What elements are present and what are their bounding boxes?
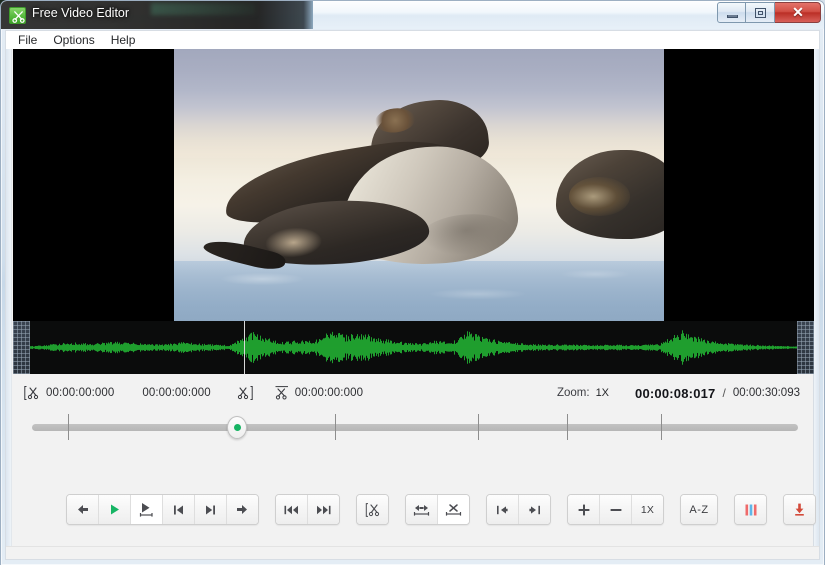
step-back-button[interactable] (67, 495, 99, 524)
zoom-out-button[interactable] (600, 495, 632, 524)
rewind-icon (284, 505, 298, 514)
selection-group (405, 494, 470, 525)
bottom-bar (6, 546, 819, 559)
delete-selection-button[interactable] (438, 495, 469, 524)
scrub-tick (478, 414, 479, 440)
title-bar[interactable]: Free Video Editor ✕ (1, 1, 824, 29)
minus-icon (610, 508, 621, 511)
menu-item-file[interactable]: File (14, 32, 45, 49)
menu-bar: File Options Help (5, 30, 820, 49)
zoom-reset-button[interactable]: 1X (632, 495, 663, 524)
zoom-in-button[interactable] (568, 495, 600, 524)
scissors-icon (9, 7, 26, 24)
scissors-bracket-icon (365, 502, 379, 517)
transport-toolbar: 1X A-Z (66, 494, 819, 525)
marker-time[interactable]: 00:00:00:000 (295, 387, 363, 399)
waveform-graphic (30, 330, 797, 365)
window-title: Free Video Editor (32, 6, 130, 20)
cut-group (356, 494, 389, 525)
sort-az-label: A-Z (689, 503, 709, 516)
save-group (783, 494, 816, 525)
zoom-reset-label: 1X (640, 503, 655, 516)
menu-item-help[interactable]: Help (107, 32, 144, 49)
video-snow-layer (174, 261, 664, 321)
sort-group: A-Z (680, 494, 718, 525)
waveform-playhead[interactable] (244, 321, 245, 374)
prev-frame-button[interactable] (163, 495, 195, 524)
selection-start-time[interactable]: 00:00:00:000 (46, 387, 114, 399)
fast-forward-button[interactable] (308, 495, 339, 524)
minimize-button[interactable] (717, 2, 746, 23)
marker-end-button[interactable] (519, 495, 550, 524)
zoom-label: Zoom: (556, 387, 590, 399)
tags-group (734, 494, 767, 525)
save-button[interactable] (784, 495, 815, 524)
menu-item-options[interactable]: Options (49, 32, 102, 49)
time-separator: / (722, 386, 726, 400)
scissors-underline-icon (273, 384, 291, 402)
cut-button[interactable] (357, 495, 388, 524)
scissors-bracket-in-icon (24, 384, 42, 402)
marker-start-button[interactable] (487, 495, 519, 524)
sort-az-button[interactable]: A-Z (681, 495, 717, 524)
marker-group (486, 494, 551, 525)
scrub-slider[interactable] (24, 411, 806, 443)
zoom-group: 1X (567, 494, 664, 525)
rewind-button[interactable] (276, 495, 308, 524)
waveform-right-handle[interactable] (797, 321, 814, 374)
minimize-icon (727, 15, 738, 18)
play-selection-button[interactable] (131, 495, 163, 524)
range-arrows-icon (413, 505, 430, 516)
scrub-tick (68, 414, 69, 440)
marker-left-icon (497, 505, 508, 514)
scrub-tick (661, 414, 662, 440)
window-controls: ✕ (717, 2, 821, 23)
step-forward-button[interactable] (227, 495, 258, 524)
arrow-left-icon (78, 505, 88, 514)
next-frame-button[interactable] (195, 495, 227, 524)
play-icon (111, 504, 119, 515)
color-bars-icon (745, 504, 756, 515)
maximize-icon (755, 8, 766, 18)
application-window: Free Video Editor ✕ File Options Help 00… (0, 0, 825, 565)
total-time: 00:00:30:093 (732, 387, 800, 399)
close-button[interactable]: ✕ (775, 2, 821, 23)
scrub-tick (567, 414, 568, 440)
skip-to-end-icon (206, 505, 215, 514)
scrub-thumb[interactable] (227, 416, 247, 439)
play-button[interactable] (99, 495, 131, 524)
color-bars-button[interactable] (735, 495, 766, 524)
scrub-track[interactable] (32, 424, 798, 431)
plus-icon (578, 504, 589, 515)
maximize-button[interactable] (746, 2, 775, 23)
video-frame (174, 49, 664, 321)
zoom-value: 1X (595, 387, 610, 399)
timecode-row: 00:00:00:000 00:00:00:000 00:00:00:000 Z… (13, 381, 814, 405)
scissors-bracket-out-icon (237, 384, 255, 402)
skip-to-start-icon (174, 505, 183, 514)
seek-group (275, 494, 340, 525)
download-arrow-icon (795, 503, 804, 516)
range-delete-icon (445, 504, 462, 516)
set-selection-button[interactable] (406, 495, 438, 524)
selection-length-time[interactable]: 00:00:00:000 (142, 387, 210, 399)
playback-group (66, 494, 259, 525)
current-time: 00:00:08:017 (635, 385, 716, 401)
left-rail (6, 49, 12, 559)
play-range-icon (139, 502, 153, 517)
waveform-left-handle[interactable] (13, 321, 30, 374)
video-preview-stage[interactable] (13, 49, 814, 321)
main-content: 00:00:00:000 00:00:00:000 00:00:00:000 Z… (5, 49, 820, 560)
audio-waveform-strip[interactable] (13, 321, 814, 374)
close-icon: ✕ (792, 4, 804, 20)
arrow-right-icon (237, 505, 247, 514)
marker-right-icon (529, 505, 540, 514)
scrub-tick (335, 414, 336, 440)
fast-forward-icon (317, 505, 331, 514)
